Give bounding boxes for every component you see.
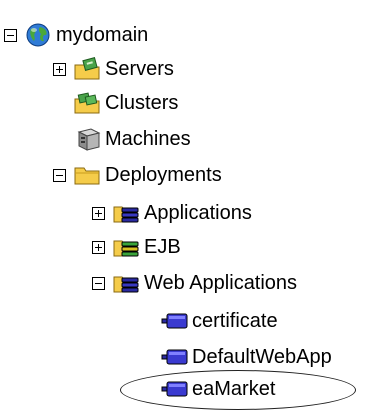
tree-node-deployments[interactable]: Deployments bbox=[53, 158, 222, 192]
highlight-ellipse bbox=[120, 370, 356, 410]
expand-toggle[interactable] bbox=[92, 206, 105, 220]
folder-icon bbox=[73, 162, 103, 188]
tree-node-label: Applications bbox=[144, 202, 252, 224]
app-stack-icon bbox=[112, 200, 142, 226]
globe-icon bbox=[24, 22, 54, 48]
tree-node-servers[interactable]: Servers bbox=[53, 52, 174, 86]
tree-node-label: Machines bbox=[105, 128, 191, 150]
tree-node-label: Deployments bbox=[105, 164, 222, 186]
machine-icon bbox=[73, 126, 103, 152]
tree-node-web-applications[interactable]: Web Applications bbox=[92, 266, 297, 300]
webapp-icon bbox=[160, 344, 190, 370]
ejb-stack-icon bbox=[112, 234, 142, 260]
tree-node-label: Web Applications bbox=[144, 272, 298, 294]
collapse-toggle[interactable] bbox=[4, 28, 17, 42]
tree-node-defaultwebapp[interactable]: DefaultWebApp bbox=[160, 340, 332, 374]
tree-node-label: DefaultWebApp bbox=[192, 346, 332, 368]
tree-node-label: Clusters bbox=[105, 92, 179, 114]
expand-toggle[interactable] bbox=[53, 62, 66, 76]
servers-icon bbox=[73, 56, 103, 82]
collapse-toggle[interactable] bbox=[53, 168, 66, 182]
tree-node-mydomain[interactable]: mydomain bbox=[4, 18, 148, 52]
collapse-toggle[interactable] bbox=[92, 276, 105, 290]
tree-node-label: Servers bbox=[105, 58, 174, 80]
tree-node-label: mydomain bbox=[56, 24, 149, 46]
tree-node-label: certificate bbox=[192, 310, 278, 332]
tree-node-ejb[interactable]: EJB bbox=[92, 230, 181, 264]
web-stack-icon bbox=[112, 270, 142, 296]
tree-node-certificate[interactable]: certificate bbox=[160, 304, 278, 338]
tree-node-clusters[interactable]: Clusters bbox=[53, 86, 178, 120]
domain-tree: mydomain Servers Clusters Machines Deplo… bbox=[0, 0, 377, 410]
tree-node-machines[interactable]: Machines bbox=[53, 122, 191, 156]
expand-toggle[interactable] bbox=[92, 240, 105, 254]
tree-node-applications[interactable]: Applications bbox=[92, 196, 252, 230]
webapp-icon bbox=[160, 308, 190, 334]
tree-node-label: EJB bbox=[144, 236, 181, 258]
clusters-icon bbox=[73, 90, 103, 116]
